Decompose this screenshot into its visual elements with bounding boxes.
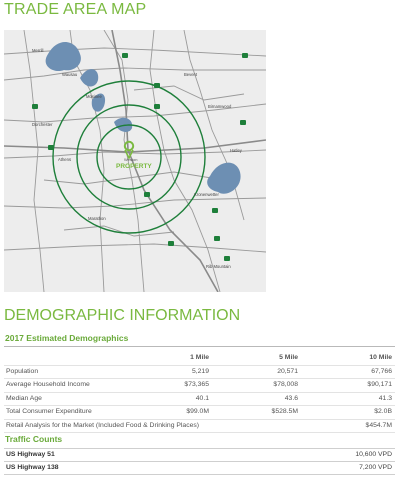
row-label: Retail Analysis for the Market (Included…: [6, 421, 200, 429]
traffic-count: 10,600 VPD: [355, 451, 392, 458]
table-cell: 20,571: [277, 367, 298, 375]
table-cell: $90,171: [367, 381, 392, 388]
table-cell: $454.7M: [365, 421, 392, 429]
town-label: Marathon: [88, 216, 106, 221]
town-label: Merrill: [32, 48, 43, 53]
table-row: Average Household Income $73,365 $78,008…: [4, 379, 395, 393]
row-label: Total Consumer Expenditure: [6, 408, 92, 415]
town-label: Bevent: [184, 72, 198, 77]
town-label: Wausau: [62, 72, 78, 77]
traffic-table: US Highway 51 10,600 VPD US Highway 138 …: [4, 448, 395, 475]
town-label: Rib Mountain: [206, 264, 231, 269]
town-label: Hatley: [230, 148, 243, 153]
table-cell: $99.0M: [186, 408, 209, 415]
table-header: 1 Mile: [190, 354, 209, 361]
town-label: Kronenwetter: [194, 192, 220, 197]
town-label: Athens: [58, 157, 71, 162]
table-cell: 43.6: [284, 394, 298, 402]
table-cell: $2.0B: [374, 408, 392, 415]
row-label: Median Age: [6, 394, 42, 402]
row-label: Average Household Income: [6, 381, 90, 388]
traffic-row: US Highway 51 10,600 VPD: [4, 448, 395, 461]
table-cell: 41.3: [378, 394, 392, 402]
demographics-table: 1 Mile 5 Mile 10 Mile Population 5,219 2…: [4, 352, 395, 433]
town-label: Mosinee: [86, 94, 102, 99]
table-header: 10 Mile: [369, 354, 392, 361]
traffic-road: US Highway 138: [6, 464, 59, 471]
table-cell: $73,365: [184, 381, 209, 388]
property-label: PROPERTY: [116, 163, 152, 170]
table-row: Retail Analysis for the Market (Included…: [4, 420, 395, 433]
traffic-row: US Highway 138 7,200 VPD: [4, 461, 395, 475]
table-cell: $78,008: [273, 381, 298, 388]
table-cell: 67,766: [371, 367, 392, 375]
table-header: 5 Mile: [279, 354, 298, 361]
table-cell: 40.1: [195, 394, 209, 402]
demographics-subtitle: 2017 Estimated Demographics: [5, 333, 129, 343]
table-header-row: 1 Mile 5 Mile 10 Mile: [4, 352, 395, 366]
table-row: Population 5,219 20,571 67,766: [4, 366, 395, 379]
demographics-title: DEMOGRAPHIC INFORMATION: [4, 307, 241, 324]
traffic-title: Traffic Counts: [5, 434, 63, 444]
map-title: TRADE AREA MAP: [4, 1, 147, 18]
town-label: Dorchester: [32, 122, 53, 127]
table-cell: 5,219: [191, 367, 209, 375]
table-row: Median Age 40.1 43.6 41.3: [4, 393, 395, 406]
trade-area-map: Merrill Wausau Mosinee Dorchester Athens…: [3, 29, 267, 293]
section-divider: [4, 346, 395, 347]
traffic-count: 7,200 VPD: [359, 464, 392, 471]
row-label: Population: [6, 367, 39, 375]
table-row: Total Consumer Expenditure $99.0M $528.5…: [4, 406, 395, 420]
table-cell: $528.5M: [271, 408, 298, 415]
map-graphic: Merrill Wausau Mosinee Dorchester Athens…: [3, 29, 267, 293]
town-label: Birnamwood: [208, 104, 232, 109]
property-address: Weston: [124, 157, 138, 162]
traffic-road: US Highway 51: [6, 451, 55, 458]
